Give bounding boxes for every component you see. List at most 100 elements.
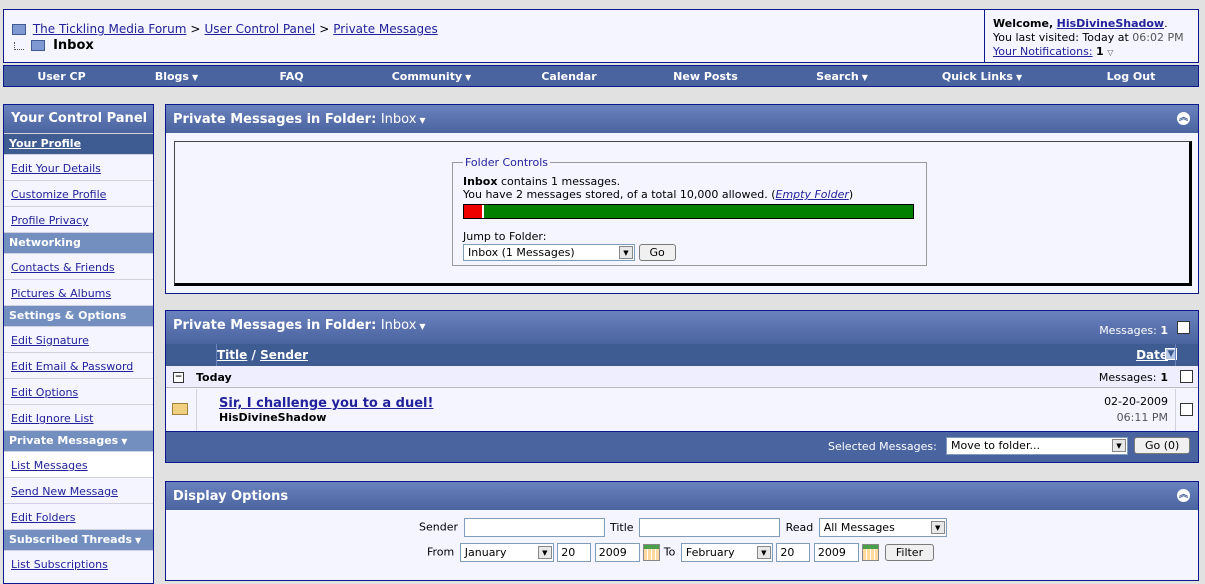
sort-date[interactable]: Date [1136,348,1168,362]
navbar: User CP Blogs ▼ FAQ Community ▼ Calendar N… [3,65,1199,87]
empty-folder-link[interactable]: Empty Folder [776,188,849,201]
username-link[interactable]: HisDivineShadow [1057,17,1164,30]
page-title-row: Inbox [14,38,94,53]
sender-label: Sender [419,520,458,534]
messages-folder-menu[interactable]: Inbox ▼ [381,318,426,333]
breadcrumb-sep: > [319,22,330,36]
to-day-input[interactable]: 20 [776,543,811,562]
sidebar-item-edit-options[interactable]: Edit Options [4,378,153,404]
read-label: Read [785,520,814,534]
apply-action-button[interactable]: Go (0) [1134,437,1191,454]
sidebar-item-profile-privacy[interactable]: Profile Privacy [4,206,153,232]
dropdown-arrow-icon: ▼ [756,546,771,559]
dropdown-arrow-icon: ▼ [537,546,552,559]
dropdown-arrow-icon: ▼ [930,521,945,534]
sidebar-item-customize-profile[interactable]: Customize Profile [4,180,153,206]
caret-down-icon: ▼ [135,536,142,545]
folder-controls-box: Folder Controls Inbox contains 1 message… [174,141,1192,286]
folder-menu[interactable]: Inbox ▼ [381,112,426,127]
message-sender[interactable]: HisDivineShadow [219,411,326,424]
stored-text: You have 2 messages stored, of a total 1… [463,188,776,201]
nav-community[interactable]: Community ▼ [349,70,514,83]
sidebar-item-edit-email[interactable]: Edit Email & Password [4,352,153,378]
dropdown-arrow-icon: ▼ [1112,439,1126,452]
chevron-down-icon[interactable]: ▽ [1107,48,1113,57]
calendar-icon[interactable] [862,544,880,561]
breadcrumb-forum[interactable]: The Tickling Media Forum [33,22,187,36]
sidebar-item-list-subscriptions[interactable]: List Subscriptions [4,550,153,576]
row-divider [1175,389,1176,431]
nav-blogs[interactable]: Blogs ▼ [119,70,234,83]
filter-button[interactable]: Filter [884,544,935,561]
breadcrumb-private-messages[interactable]: Private Messages [333,22,438,36]
sidebar-item-send-message[interactable]: Send New Message [4,477,153,503]
folder-panel: Private Messages in Folder: Inbox ▼ ︽ Fol… [165,104,1199,294]
nav-faq[interactable]: FAQ [234,70,349,83]
calendar-icon[interactable] [643,544,661,561]
caret-down-icon: ▼ [419,322,426,331]
sort-sender[interactable]: Sender [260,348,308,362]
folder-controls: Folder Controls Inbox contains 1 message… [452,156,927,266]
sidebar-item-edit-details[interactable]: Edit Your Details [4,154,153,180]
sidebar-item-list-messages[interactable]: List Messages [4,451,153,477]
column-divider [216,344,217,366]
sidebar-item-edit-signature[interactable]: Edit Signature [4,326,153,352]
group-checkbox[interactable] [1180,370,1193,383]
row-divider [196,389,197,431]
to-year-input[interactable]: 2009 [813,543,859,562]
nav-quick-links[interactable]: Quick Links ▼ [897,70,1067,83]
sidebar-item-edit-folders[interactable]: Edit Folders [4,503,153,529]
nav-user-cp[interactable]: User CP [4,70,119,83]
action-select[interactable]: Move to folder... ▼ [946,437,1128,455]
jump-folder-select[interactable]: Inbox (1 Messages) ▼ [463,244,635,261]
message-title-link[interactable]: Sir, I challenge you to a duel! [219,396,433,411]
sidebar-item-pictures[interactable]: Pictures & Albums [4,279,153,305]
sidebar-title: Your Control Panel [4,105,153,133]
sidebar-section-your-profile[interactable]: Your Profile [4,133,153,154]
sidebar-section-subscribed[interactable]: Subscribed Threads ▼ [4,529,153,550]
messages-panel-header: Private Messages in Folder: Inbox ▼ Messa… [166,311,1198,344]
sidebar-section-private-messages[interactable]: Private Messages ▼ [4,430,153,451]
table-row: Sir, I challenge you to a duel! HisDivin… [166,389,1198,431]
sidebar-section-networking: Networking [4,232,153,253]
nav-new-posts[interactable]: New Posts [624,70,787,83]
collapse-group-icon[interactable]: − [173,372,184,383]
sidebar-item-edit-ignore[interactable]: Edit Ignore List [4,404,153,430]
from-day-input[interactable]: 20 [557,543,592,562]
read-select[interactable]: All Messages ▼ [818,518,947,537]
sort-title[interactable]: Title [217,348,247,362]
sidebar-item-contacts[interactable]: Contacts & Friends [4,253,153,279]
notifications-link[interactable]: Your Notifications: [993,45,1093,58]
col-sep: / [251,348,256,362]
title-input[interactable] [639,518,781,537]
header-box: The Tickling Media Forum > User Control Pa… [3,9,1199,63]
jump-go-button[interactable]: Go [638,244,676,261]
from-year-input[interactable]: 2009 [594,543,640,562]
last-visited-label: You last visited: Today at [993,31,1129,44]
nav-calendar[interactable]: Calendar [514,70,624,83]
caret-down-icon: ▼ [419,116,426,125]
folder-panel-header: Private Messages in Folder: Inbox ▼ ︽ [166,105,1198,133]
caret-down-icon: ▼ [191,72,199,82]
quota-bar [463,204,914,219]
to-month-select[interactable]: February ▼ [680,543,773,562]
nav-log-out[interactable]: Log Out [1067,70,1195,83]
group-label: Today [196,371,232,384]
collapse-icon[interactable]: ︽ [1177,489,1190,502]
from-month-select[interactable]: January ▼ [459,543,554,562]
sidebar-section-settings: Settings & Options [4,305,153,326]
caret-down-icon: ▼ [861,72,868,82]
envelope-icon [172,403,188,415]
welcome-label: Welcome, [993,17,1054,30]
breadcrumb-user-cp[interactable]: User Control Panel [204,22,315,36]
sender-input[interactable] [463,518,605,537]
breadcrumb-sep: > [190,22,201,36]
nav-search[interactable]: Search ▼ [787,70,897,83]
quota-used [464,205,485,218]
message-checkbox[interactable] [1180,403,1193,416]
select-all-checkbox[interactable] [1177,321,1190,334]
display-options-title: Display Options [173,489,289,504]
collapse-icon[interactable]: ︽ [1177,112,1190,125]
title-label: Title [610,520,634,534]
message-time: 06:11 PM [1116,411,1168,424]
